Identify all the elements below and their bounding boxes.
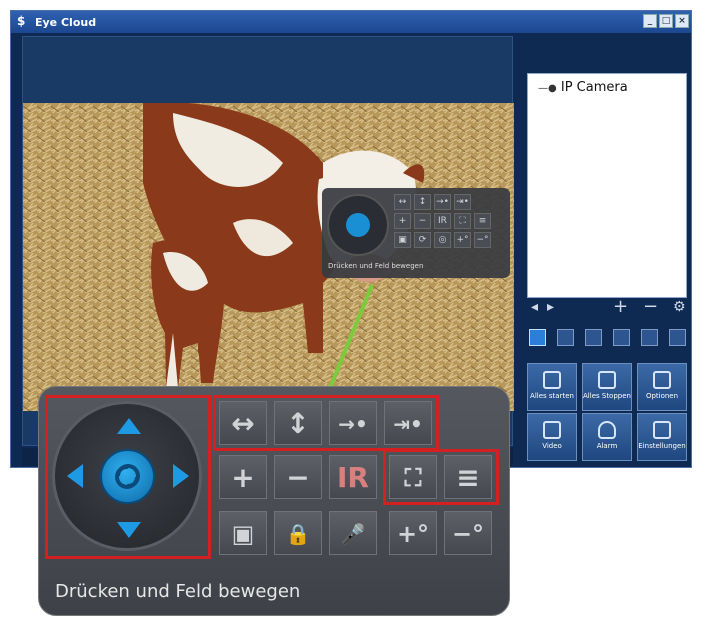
mini-ptz-tile[interactable]: ⛶: [454, 213, 471, 229]
minimize-button[interactable]: _: [643, 14, 657, 28]
ptz-control-panel: ↔ ↕ →• ⇥• + − IR ⛶ ≡ ▣ 🔒 🎤 +° −° Drücken…: [38, 386, 510, 616]
mini-ptz-tile[interactable]: IR: [434, 213, 451, 229]
mini-ptz-caption: Drücken und Feld bewegen: [328, 262, 424, 270]
brightness-down-icon: −°: [451, 520, 485, 548]
device-tree[interactable]: —● IP Camera: [527, 73, 687, 298]
window-title: Eye Cloud: [35, 16, 97, 29]
tree-item-ip-camera[interactable]: —● IP Camera: [538, 80, 628, 95]
image-settings-icon: ▣: [231, 520, 255, 548]
layout-16-view-button[interactable]: [613, 329, 630, 346]
layout-selector: [529, 329, 689, 347]
mini-ptz-tile[interactable]: −: [414, 213, 431, 229]
settings-label: Einstellungen: [638, 442, 686, 450]
app-logo-icon: $: [17, 14, 26, 28]
joystick-highlight-box: [45, 395, 211, 559]
mini-joystick[interactable]: [327, 194, 389, 256]
tree-item-label: IP Camera: [560, 80, 628, 95]
mini-ptz-tile[interactable]: ◎: [434, 232, 451, 248]
video-icon: [543, 421, 561, 439]
title-bar: $ Eye Cloud _ □ ×: [11, 11, 691, 33]
lock-record-button[interactable]: 🔒: [274, 511, 322, 555]
wrench-icon: [653, 421, 671, 439]
ir-icon: IR: [337, 461, 369, 494]
options-label: Optionen: [645, 392, 679, 400]
mini-ptz-tile[interactable]: ↔: [394, 194, 411, 210]
mini-ptz-tile[interactable]: −°: [474, 232, 491, 248]
bell-icon: [598, 421, 616, 439]
close-button[interactable]: ×: [675, 14, 689, 28]
layout-custom-view-button[interactable]: [669, 329, 686, 346]
stop-all-label: Alles Stoppen: [583, 392, 631, 400]
layout-4-view-button[interactable]: [557, 329, 574, 346]
image-settings-button[interactable]: ▣: [219, 511, 267, 555]
brightness-up-button[interactable]: +°: [389, 511, 437, 555]
camera-settings-button[interactable]: ⚙: [673, 299, 686, 315]
ptz-caption: Drücken und Feld bewegen: [55, 581, 301, 602]
restore-button[interactable]: □: [659, 14, 673, 28]
layout-full-view-button[interactable]: [641, 329, 658, 346]
alarm-label: Alarm: [596, 442, 618, 450]
ir-button[interactable]: IR: [329, 455, 377, 499]
next-camera-button[interactable]: ▸: [547, 299, 554, 315]
stop-all-button[interactable]: Alles Stoppen: [582, 363, 632, 411]
zoom-out-icon: −: [286, 461, 310, 494]
remove-camera-button[interactable]: −: [643, 296, 658, 317]
lock-record-icon: 🔒: [285, 522, 311, 546]
play-all-icon: [543, 371, 561, 389]
layout-1-view-button[interactable]: [529, 329, 546, 346]
add-camera-button[interactable]: +: [613, 296, 628, 317]
options-icon: [653, 371, 671, 389]
mini-joystick-center[interactable]: [346, 213, 370, 237]
zoom-speed-highlight-box: [383, 449, 499, 505]
mic-lock-button[interactable]: 🎤: [329, 511, 377, 555]
camera-nav-bar: ◂ ▸ + − ⚙: [531, 296, 687, 319]
video-button[interactable]: Video: [527, 413, 577, 461]
settings-button[interactable]: Einstellungen: [637, 413, 687, 461]
mini-ptz-tile[interactable]: ↕: [414, 194, 431, 210]
mic-lock-icon: 🎤: [340, 522, 366, 546]
mini-ptz-tile[interactable]: +: [394, 213, 411, 229]
zoom-in-icon: +: [231, 461, 255, 494]
brightness-down-button[interactable]: −°: [444, 511, 492, 555]
mini-ptz-tile[interactable]: ⟳: [414, 232, 431, 248]
mini-ptz-tile[interactable]: ≡: [474, 213, 491, 229]
start-all-label: Alles starten: [530, 392, 574, 400]
mini-ptz-tile[interactable]: ▣: [394, 232, 411, 248]
previous-camera-button[interactable]: ◂: [531, 299, 538, 315]
zoom-in-button[interactable]: +: [219, 455, 267, 499]
layout-9-view-button[interactable]: [585, 329, 602, 346]
mini-ptz-tile[interactable]: →•: [434, 194, 451, 210]
zoom-out-button[interactable]: −: [274, 455, 322, 499]
options-button[interactable]: Optionen: [637, 363, 687, 411]
mini-ptz-panel: ↔ ↕ →• ⇥• + − IR ⛶ ≡ ▣ ⟳ ◎ +° −° Drücken und Feld bew…: [322, 188, 510, 278]
stop-all-icon: [598, 371, 616, 389]
start-all-button[interactable]: Alles starten: [527, 363, 577, 411]
preset-highlight-box: [213, 395, 439, 451]
mini-ptz-tile[interactable]: ⇥•: [454, 194, 471, 210]
mini-ptz-tile[interactable]: +°: [454, 232, 471, 248]
camera-icon: —●: [538, 83, 557, 94]
alarm-button[interactable]: Alarm: [582, 413, 632, 461]
brightness-up-icon: +°: [396, 520, 430, 548]
video-label: Video: [542, 442, 562, 450]
